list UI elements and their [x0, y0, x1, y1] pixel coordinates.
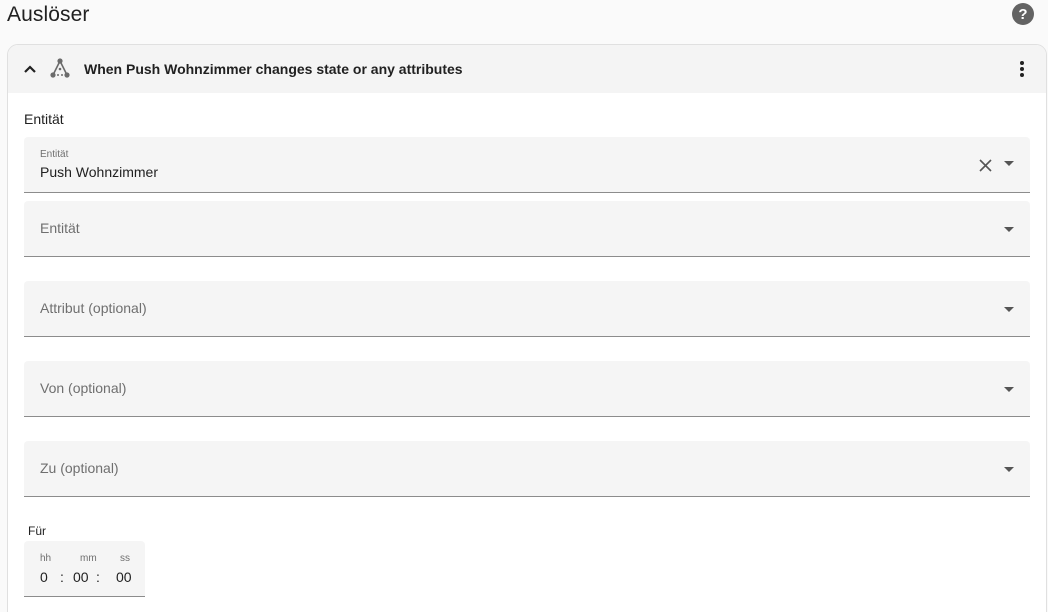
duration-input: hh mm ss 0 : 00 : 00 [24, 541, 145, 597]
state-trigger-icon [50, 58, 70, 78]
to-state-placeholder: Zu (optional) [40, 460, 119, 476]
attribute-picker[interactable]: Attribut (optional) [24, 281, 1030, 337]
from-state-picker[interactable]: Von (optional) [24, 361, 1030, 417]
trigger-title: When Push Wohnzimmer changes state or an… [84, 61, 463, 77]
from-state-placeholder: Von (optional) [40, 380, 127, 396]
minutes-input[interactable]: 00 [73, 569, 89, 585]
seconds-unit-label: ss [120, 553, 130, 564]
seconds-input[interactable]: 00 [116, 569, 132, 585]
menu-down-icon[interactable] [1004, 227, 1014, 233]
duration-label: Für [28, 524, 46, 538]
hours-unit-label: hh [40, 553, 52, 564]
entity-picker-2[interactable]: Entität [24, 201, 1030, 257]
entity-picker-label: Entität [40, 149, 69, 160]
attribute-placeholder: Attribut (optional) [40, 300, 147, 316]
entity-picker-value: Push Wohnzimmer [40, 164, 159, 180]
time-separator: : [96, 569, 100, 585]
entity-picker-2-placeholder: Entität [40, 220, 80, 236]
close-icon[interactable] [979, 159, 992, 172]
menu-down-icon[interactable] [1004, 161, 1014, 167]
menu-down-icon[interactable] [1004, 387, 1014, 393]
chevron-up-icon[interactable] [22, 61, 38, 77]
menu-down-icon[interactable] [1004, 307, 1014, 313]
to-state-picker[interactable]: Zu (optional) [24, 441, 1030, 497]
time-separator: : [60, 569, 64, 585]
dots-vertical-icon[interactable] [1010, 57, 1034, 81]
trigger-card-header[interactable]: When Push Wohnzimmer changes state or an… [8, 45, 1046, 93]
menu-down-icon[interactable] [1004, 467, 1014, 473]
help-icon[interactable]: ? [1012, 3, 1034, 25]
hours-input[interactable]: 0 [40, 569, 48, 585]
entity-picker[interactable]: Entität Push Wohnzimmer [24, 137, 1030, 193]
entity-section-label: Entität [24, 111, 64, 127]
trigger-card: When Push Wohnzimmer changes state or an… [7, 44, 1047, 612]
minutes-unit-label: mm [80, 553, 97, 564]
page-title: Auslöser [7, 3, 90, 26]
